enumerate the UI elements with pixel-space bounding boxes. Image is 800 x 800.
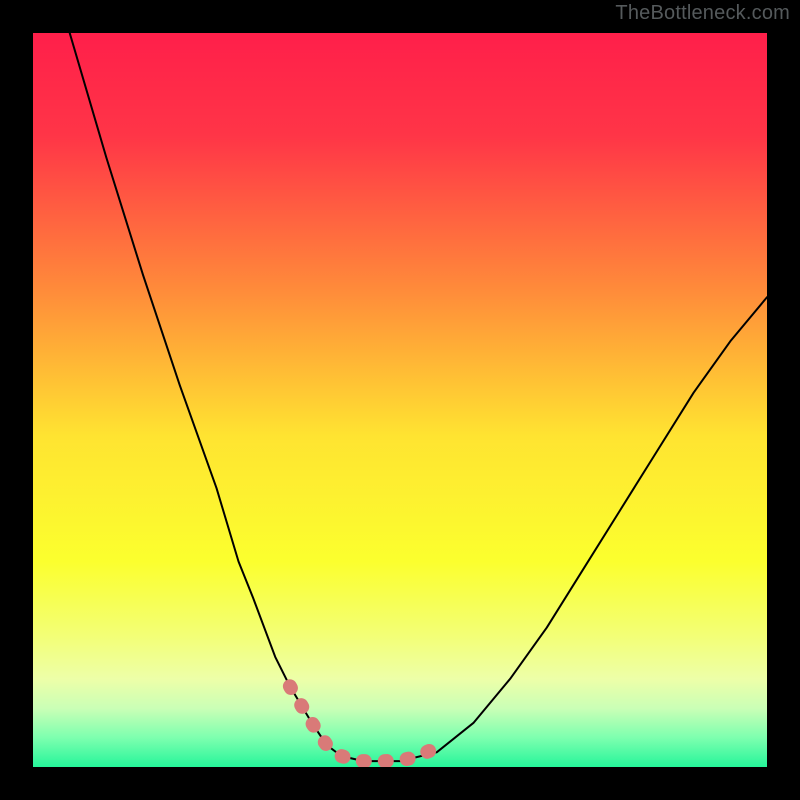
plot-area (33, 33, 767, 767)
chart-background (33, 33, 767, 767)
bottleneck-chart (33, 33, 767, 767)
chart-frame: TheBottleneck.com (0, 0, 800, 800)
watermark-label: TheBottleneck.com (615, 2, 790, 25)
